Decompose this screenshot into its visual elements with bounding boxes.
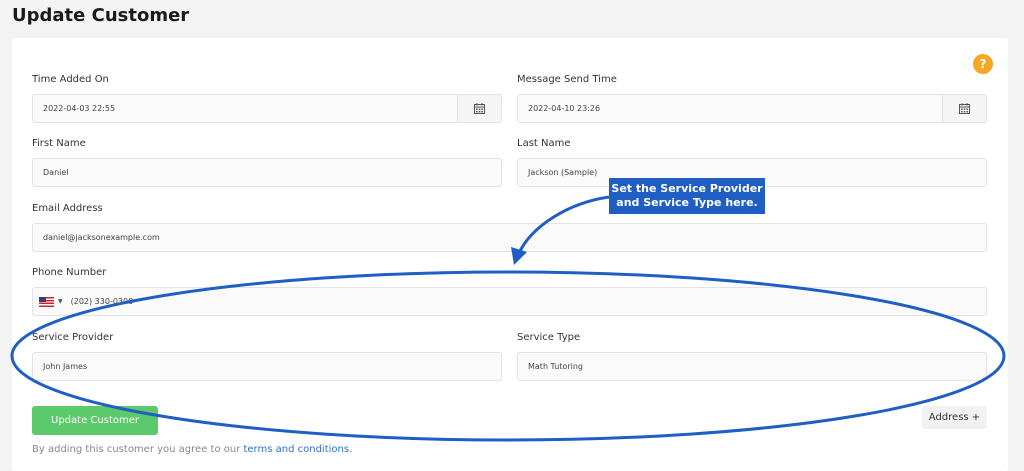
country-selector[interactable]: ▼ (39, 296, 63, 307)
time-added-calendar-button[interactable] (457, 94, 502, 123)
email-label: Email Address (32, 203, 103, 214)
phone-input[interactable]: ▼ (202) 330-0300 (32, 287, 987, 316)
terms-link[interactable]: terms and conditions (243, 444, 349, 455)
chevron-down-icon: ▼ (58, 298, 63, 305)
calendar-icon (959, 103, 970, 114)
terms-prefix: By adding this customer you agree to our (32, 444, 244, 455)
annotation-line-1: Set the Service Provider (611, 182, 763, 195)
email-input[interactable]: daniel@jacksonexample.com (32, 223, 987, 252)
time-added-value: 2022-04-03 22:55 (43, 104, 116, 113)
annotation-callout: Set the Service Provider and Service Typ… (609, 178, 765, 214)
terms-suffix: . (349, 444, 353, 455)
terms-notice: By adding this customer you agree to our… (32, 444, 352, 455)
last-name-label: Last Name (517, 138, 571, 149)
message-send-value: 2022-04-10 23:26 (528, 104, 601, 113)
update-customer-button[interactable]: Update Customer (32, 406, 158, 435)
phone-value: (202) 330-0300 (70, 297, 134, 306)
message-send-label: Message Send Time (517, 74, 617, 85)
us-flag-icon (39, 296, 54, 307)
first-name-label: First Name (32, 138, 86, 149)
annotation-line-2: and Service Type here. (616, 196, 758, 209)
message-send-calendar-button[interactable] (942, 94, 987, 123)
phone-label: Phone Number (32, 267, 107, 278)
service-type-input[interactable]: Math Tutoring (517, 352, 987, 381)
calendar-icon (474, 103, 485, 114)
service-type-label: Service Type (517, 332, 581, 343)
service-provider-label: Service Provider (32, 332, 114, 343)
time-added-field[interactable]: 2022-04-03 22:55 (32, 94, 502, 123)
time-added-label: Time Added On (32, 74, 109, 85)
first-name-input[interactable]: Daniel (32, 158, 502, 187)
add-address-button[interactable]: Address + (922, 406, 987, 429)
message-send-field[interactable]: 2022-04-10 23:26 (517, 94, 987, 123)
service-provider-input[interactable]: John James (32, 352, 502, 381)
page-title: Update Customer (12, 5, 190, 26)
help-icon[interactable]: ? (973, 54, 993, 74)
